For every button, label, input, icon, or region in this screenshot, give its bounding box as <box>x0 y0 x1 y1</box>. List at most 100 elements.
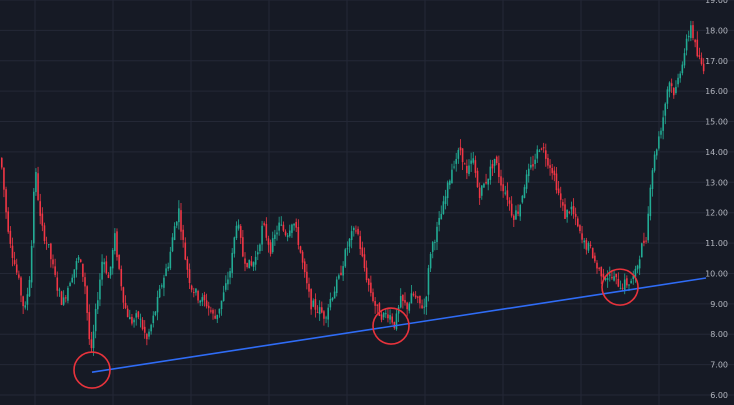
candle-body <box>478 187 481 199</box>
candle-body <box>585 240 588 250</box>
y-tick-label: 18.00 <box>705 26 728 35</box>
y-tick-label: 14.00 <box>705 148 728 157</box>
candle-body <box>700 57 703 64</box>
candle-body <box>572 205 575 215</box>
support-trendline <box>91 277 707 374</box>
y-tick-label: 17.00 <box>705 57 728 66</box>
candle-body <box>408 303 411 311</box>
y-tick-label: 19.00 <box>705 0 728 5</box>
candle-body <box>79 259 82 263</box>
candle-body <box>579 225 581 232</box>
candle-body <box>491 164 494 169</box>
candle-body <box>173 226 176 241</box>
candle-body <box>540 148 543 150</box>
candle-body <box>199 300 201 303</box>
candle-body <box>675 86 677 94</box>
candle-body <box>378 303 381 316</box>
candle-body <box>517 211 519 214</box>
candle-body <box>525 174 528 189</box>
candle-body <box>52 259 54 265</box>
candle-body <box>327 307 329 320</box>
candle-body <box>504 192 507 194</box>
candle-body <box>638 259 641 269</box>
candle-body <box>227 279 229 285</box>
candle-body <box>207 305 210 309</box>
candle-body <box>591 247 594 259</box>
candle-body <box>617 278 620 287</box>
candle-body <box>154 311 157 316</box>
candle-body <box>47 244 50 246</box>
candle-body <box>101 261 103 280</box>
candle-body <box>82 263 84 277</box>
candle-body <box>434 241 436 243</box>
candle-body <box>9 230 12 244</box>
candle-body <box>562 202 564 206</box>
candle-body <box>449 180 451 185</box>
candle-body <box>623 279 626 291</box>
candle-body <box>536 149 539 159</box>
candle-body <box>564 204 566 219</box>
candle-body <box>259 244 261 252</box>
candle-body <box>278 222 280 231</box>
candle-body <box>284 231 287 236</box>
candle-body <box>103 262 105 265</box>
candle-body <box>225 283 227 290</box>
candle-body <box>329 299 332 308</box>
candle-body <box>598 267 600 269</box>
candle-body <box>303 261 306 273</box>
candle-body <box>596 262 598 269</box>
candle-body <box>472 158 475 163</box>
candle-body <box>229 271 231 278</box>
candle-body <box>267 238 270 245</box>
candle-body <box>681 64 684 74</box>
candle-body <box>86 286 88 313</box>
candle-body <box>197 290 199 301</box>
candle-body <box>239 226 242 238</box>
candle-body <box>483 183 485 188</box>
candle-body <box>466 165 468 174</box>
candle-body <box>323 311 325 319</box>
candle-body <box>265 223 268 238</box>
candle-body <box>137 311 140 318</box>
candle-body <box>276 232 278 235</box>
candle-body <box>146 333 148 340</box>
candle-body <box>641 243 643 258</box>
candle-body <box>438 217 440 225</box>
y-tick-label: 13.00 <box>705 178 728 187</box>
candle-body <box>212 310 214 314</box>
candle-body <box>523 187 526 198</box>
candle-body <box>470 160 472 164</box>
candle-body <box>111 249 114 269</box>
candle-body <box>587 242 590 251</box>
candle-body <box>619 288 622 290</box>
candle-body <box>39 201 41 216</box>
candle-body <box>325 317 327 319</box>
candle-body <box>664 103 667 116</box>
candle-body <box>367 278 370 285</box>
candle-body <box>210 310 212 312</box>
candle-body <box>201 297 204 302</box>
y-tick-label: 10.00 <box>705 269 728 278</box>
candle-body <box>446 182 449 199</box>
candle-body <box>410 293 413 304</box>
candle-body <box>425 296 428 308</box>
candle-body <box>250 261 253 266</box>
candle-body <box>692 25 694 38</box>
candle-body <box>385 313 387 315</box>
candle-body <box>628 284 630 286</box>
candle-body <box>679 73 681 79</box>
candle-body <box>131 316 133 324</box>
candle-body <box>105 261 108 274</box>
candle-body <box>645 240 647 242</box>
candle-body <box>690 25 692 38</box>
candle-body <box>542 147 545 149</box>
candle-body <box>574 213 577 217</box>
candle-body <box>152 315 155 323</box>
candle-body <box>214 315 216 319</box>
candle-body <box>242 237 244 257</box>
candle-body <box>18 274 20 278</box>
candle-body <box>647 213 649 241</box>
candle-body <box>333 291 336 299</box>
price-chart: 6.00 7.00 8.00 9.00 10.00 11.00 12.00 13.00 14.0… <box>0 0 734 405</box>
y-tick-label: 6.00 <box>710 391 728 400</box>
